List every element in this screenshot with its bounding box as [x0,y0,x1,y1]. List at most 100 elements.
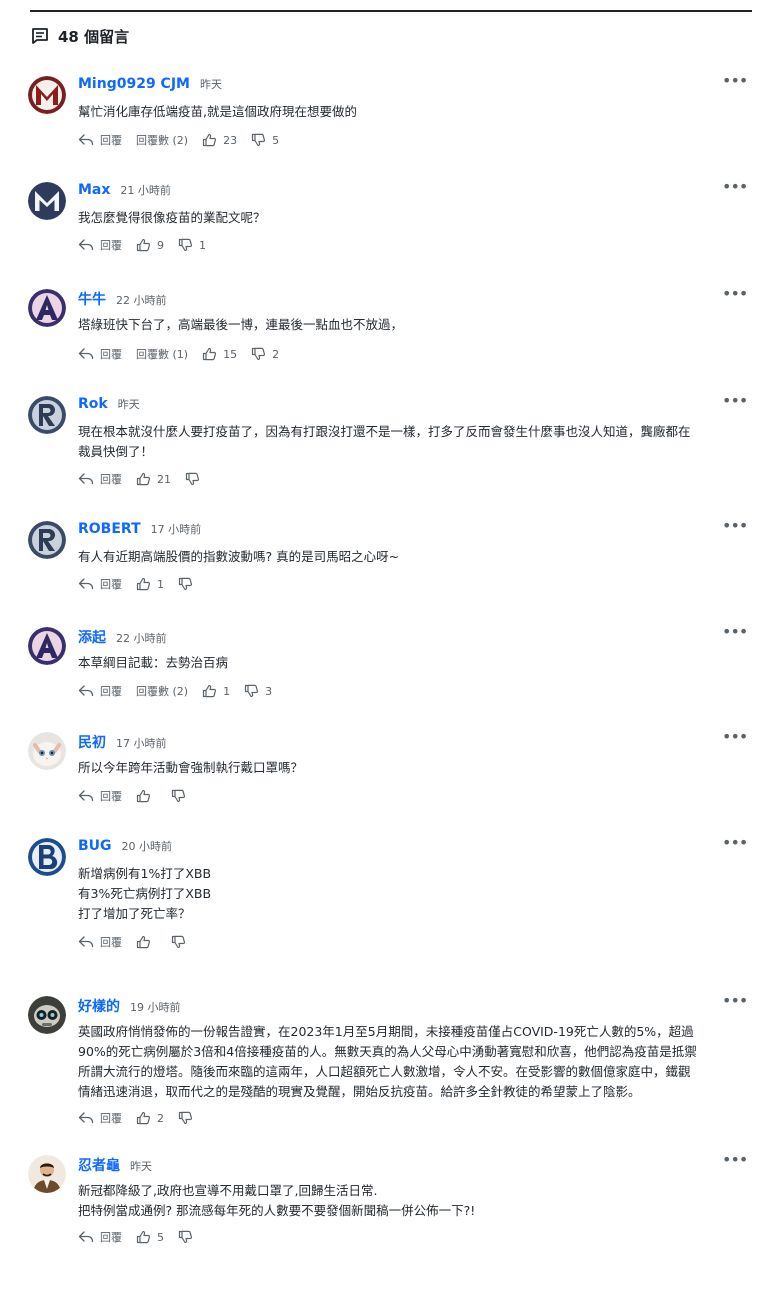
more-options-button[interactable]: ••• [722,729,748,746]
dislike-count: 5 [272,133,280,147]
comment-text-line: 打了增加了死亡率？ [78,906,191,921]
like-button[interactable]: 2 [136,1111,164,1125]
reply-button[interactable]: 回覆 [78,576,122,592]
author-name[interactable]: 好樣的 [78,996,120,1016]
comment-text: 有人有近期高端股價的指數波動嗎? 真的是司馬昭之心呀~ [78,547,746,567]
more-options-button[interactable]: ••• [722,993,748,1010]
more-options-button[interactable]: ••• [722,624,748,641]
comment-text-line: 所以今年跨年活動會強制執行戴口罩嗎？ [78,760,304,775]
avatar[interactable] [28,732,66,770]
avatar[interactable] [28,396,66,434]
reply-button[interactable]: 回覆 [78,346,122,362]
reply-button[interactable]: 回覆 [78,1229,122,1245]
like-button[interactable] [136,935,157,949]
more-options-button[interactable]: ••• [722,835,748,852]
like-count: 1 [157,577,164,591]
author-name[interactable]: 民初 [78,732,106,752]
reply-button[interactable]: 回覆 [78,237,122,253]
like-button[interactable] [136,789,157,803]
reply-button[interactable]: 回覆 [78,683,122,699]
avatar[interactable] [28,521,66,559]
reply-button[interactable]: 回覆 [78,471,122,487]
timestamp: 22 小時前 [116,632,167,645]
like-button[interactable]: 5 [136,1230,164,1244]
more-options-button[interactable]: ••• [722,73,748,90]
like-button[interactable]: 1 [136,577,164,591]
timestamp: 19 小時前 [130,1001,181,1014]
author-name[interactable]: ROBERT [78,521,141,537]
avatar[interactable] [28,996,66,1034]
dislike-count: 2 [272,347,280,361]
thumbs-up-icon [136,472,151,486]
dislike-button[interactable] [185,472,206,486]
dislike-button[interactable] [171,789,192,803]
like-button[interactable]: 23 [202,133,237,147]
reply-arrow-icon [78,1231,94,1243]
author-name[interactable]: 牛牛 [78,289,106,309]
more-options-button[interactable]: ••• [722,518,748,535]
author-name[interactable]: 添起 [78,627,106,647]
avatar[interactable] [28,76,66,114]
dislike-button[interactable]: 1 [178,238,206,252]
more-options-button[interactable]: ••• [722,1152,748,1169]
dislike-button[interactable]: 2 [251,347,279,361]
reply-arrow-icon [78,1112,94,1124]
thumbs-down-icon [251,347,266,361]
author-name[interactable]: BUG [78,838,112,854]
dislike-button[interactable] [178,1230,199,1244]
reply-label: 回覆 [100,134,122,147]
timestamp: 昨天 [199,78,222,91]
like-button[interactable]: 9 [136,238,164,252]
comment-text-line: 90%的死亡病例屬於3倍和4倍接種疫苗的人。無數天真的為人父母心中湧動著寬慰和欣… [78,1044,697,1059]
author-name[interactable]: 忍者龜 [78,1155,120,1175]
comment-actions: 回覆 9 1 [78,236,206,254]
reply-button[interactable]: 回覆 [78,1110,122,1126]
comment-text-line: 幫忙消化庫存低端疫苗,就是這個政府現在想要做的 [78,104,357,119]
comment-actions: 回覆 5 [78,1228,199,1246]
avatar[interactable] [28,838,66,876]
more-options-button[interactable]: ••• [722,393,748,410]
reply-button[interactable]: 回覆 [78,788,122,804]
comment-text: 本草綱目記載：去勢治百病 [78,653,746,673]
view-replies-button[interactable]: 回覆數 (2) [136,132,188,148]
reply-button[interactable]: 回覆 [78,934,122,950]
thumbs-up-icon [136,789,151,803]
comment-item: 忍者龜 昨天 ••• 新冠都降級了,政府也宣導不用戴口罩了,回歸生活日常. 把特例… [28,1152,752,1248]
more-options-button[interactable]: ••• [722,286,748,303]
dislike-button[interactable] [171,935,192,949]
view-replies-button[interactable]: 回覆數 (2) [136,683,188,699]
dislike-count: 1 [199,238,206,252]
reply-arrow-icon [78,578,94,590]
comment-text: 新冠都降級了,政府也宣導不用戴口罩了,回歸生活日常. 把特例當成通例? 那流感每年… [78,1181,746,1221]
avatar[interactable] [28,1155,66,1193]
dislike-button[interactable]: 5 [251,133,279,147]
avatar[interactable] [28,289,66,327]
avatar[interactable] [28,627,66,665]
reply-button[interactable]: 回覆 [78,132,122,148]
comment-item: BUG 20 小時前 ••• 新增病例有1%打了XBB 有3%死亡病例打了XBB 打… [28,835,752,953]
comment-actions: 回覆 回覆數 (2) 1 3 [78,682,272,700]
thumbs-down-icon [244,684,259,698]
reply-label: 回覆 [100,239,122,252]
like-button[interactable]: 1 [202,684,230,698]
more-options-button[interactable]: ••• [722,179,748,196]
like-button[interactable]: 15 [202,347,237,361]
author-name[interactable]: Max [78,182,110,198]
thumbs-down-icon [178,1230,193,1244]
like-button[interactable]: 21 [136,472,171,486]
timestamp: 17 小時前 [150,523,202,536]
author-name[interactable]: Ming0929 CJM [78,76,190,92]
comment-text-line: 裁員快倒了！ [78,444,154,459]
thumbs-up-icon [202,347,217,361]
dislike-button[interactable]: 3 [244,684,272,698]
comment-text-line: 塔綠班快下台了，高端最後一博，連最後一點血也不放過， [78,317,404,332]
like-count: 5 [157,1230,164,1244]
dislike-button[interactable] [178,1111,199,1125]
comment-text-line: 把特例當成通例? 那流感每年死的人數要不要發個新聞稿一併公佈一下?! [78,1203,476,1218]
dislike-button[interactable] [178,577,199,591]
avatar[interactable] [28,182,66,220]
author-name[interactable]: Rok [78,396,108,412]
comment-actions: 回覆 [78,933,192,951]
view-replies-button[interactable]: 回覆數 (1) [136,346,188,362]
comment-item: 民初 17 小時前 ••• 所以今年跨年活動會強制執行戴口罩嗎？ 回覆 [28,729,752,807]
